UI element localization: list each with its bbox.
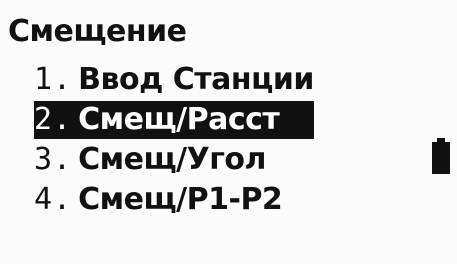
menu-item-offset-angle[interactable]: 3. Смещ/Угол (34, 140, 314, 180)
menu-item-label: Ввод Станции (78, 62, 314, 97)
menu-item-station-input[interactable]: 1. Ввод Станции (34, 60, 314, 100)
menu-item-number: 1. (34, 62, 73, 97)
device-screen: Смещение 1. Ввод Станции 2. Смещ/Расст 3… (0, 0, 457, 264)
menu-item-label: Смещ/P1-P2 (78, 182, 283, 217)
menu-item-offset-distance[interactable]: 2. Смещ/Расст (34, 101, 314, 139)
battery-icon (432, 138, 450, 174)
menu-item-offset-p1-p2[interactable]: 4. Смещ/P1-P2 (34, 180, 314, 220)
screen-title: Смещение (8, 14, 187, 49)
menu-item-number: 4. (34, 182, 73, 217)
offset-menu: 1. Ввод Станции 2. Смещ/Расст 3. Смещ/Уг… (34, 60, 314, 220)
menu-item-number: 3. (34, 142, 73, 177)
menu-item-label: Смещ/Расст (78, 102, 280, 137)
menu-item-label: Смещ/Угол (78, 142, 267, 177)
menu-item-number: 2. (34, 102, 73, 137)
